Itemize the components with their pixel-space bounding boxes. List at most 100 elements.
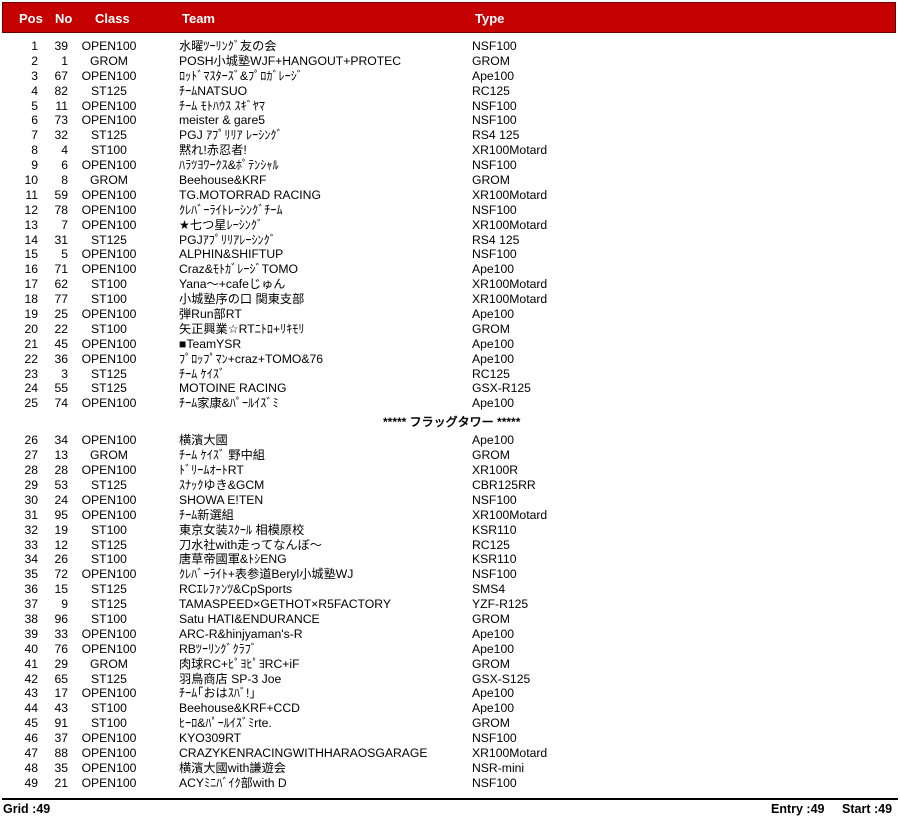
- cell-pos: 49: [24, 775, 38, 790]
- cell-team: 小城塾序の口 関東支部: [179, 292, 305, 307]
- cell-pos: 38: [24, 611, 38, 626]
- cell-class: OPEN100: [81, 686, 137, 701]
- cell-team: ﾄﾞﾘｰﾑｵｰﾄRT: [179, 463, 244, 478]
- cell-class: OPEN100: [81, 202, 137, 217]
- cell-team: 横濱大國: [179, 433, 228, 448]
- cell-class: ST125: [91, 582, 127, 597]
- cell-type: Ape100: [472, 351, 515, 366]
- table-row: 33 12 ST125 刀水社with走ってなんぼ～ RC125: [0, 538, 900, 553]
- cell-number: 21: [54, 775, 68, 790]
- cell-class: ST125: [91, 83, 127, 98]
- cell-number: 76: [54, 641, 68, 656]
- table-header: Pos No Class Team Type: [2, 2, 896, 33]
- table-row: 49 21 OPEN100 ACYﾐﾆﾊﾞｲｸ部with D NSF100: [0, 776, 900, 791]
- table-row: 48 35 OPEN100 横濱大國with謙遊会 NSR-mini: [0, 761, 900, 776]
- cell-class: OPEN100: [81, 745, 137, 760]
- table-row: 32 19 ST100 東京女装ｽｸｰﾙ 相模原校 KSR110: [0, 523, 900, 538]
- cell-class: ST100: [91, 522, 127, 537]
- cell-class: ST100: [91, 292, 127, 307]
- cell-team: Satu HATI&ENDURANCE: [179, 611, 320, 626]
- table-row: 37 9 ST125 TAMASPEED×GETHOT×R5FACTORY YZF-R1…: [0, 597, 900, 612]
- cell-number: 65: [54, 671, 68, 686]
- cell-number: 12: [54, 537, 68, 552]
- cell-class: OPEN100: [81, 217, 137, 232]
- cell-type: RC125: [472, 366, 510, 381]
- cell-type: XR100Motard: [472, 292, 548, 307]
- cell-type: GSX-R125: [472, 381, 531, 396]
- cell-type: XR100Motard: [472, 277, 548, 292]
- cell-number: 34: [54, 433, 68, 448]
- cell-class: OPEN100: [81, 433, 137, 448]
- cell-number: 5: [61, 247, 68, 262]
- cell-class: OPEN100: [81, 492, 137, 507]
- cell-class: ST125: [91, 671, 127, 686]
- table-row: 21 45 OPEN100 ■TeamYSR Ape100: [0, 337, 900, 352]
- cell-number: 37: [54, 731, 68, 746]
- cell-team: ﾁｰﾑ家康&ﾊﾟｰﾙｲｽﾞﾐ: [179, 396, 279, 411]
- cell-pos: 35: [24, 567, 38, 582]
- cell-type: XR100Motard: [472, 143, 548, 158]
- table-row: 24 55 ST125 MOTOINE RACING GSX-R125: [0, 381, 900, 396]
- cell-type: Ape100: [472, 433, 515, 448]
- cell-class: ST125: [91, 537, 127, 552]
- cell-pos: 11: [25, 187, 38, 202]
- cell-type: GROM: [472, 321, 510, 336]
- cell-class: ST125: [91, 128, 127, 143]
- table-row: 38 96 ST100 Satu HATI&ENDURANCE GROM: [0, 612, 900, 627]
- cell-class: ST100: [91, 143, 127, 158]
- cell-team: ﾛｯﾄﾞﾏｽﾀｰｽﾞ&ﾌﾟﾛｶﾞﾚｰｼﾞ: [179, 68, 303, 83]
- cell-pos: 40: [24, 641, 38, 656]
- cell-pos: 33: [24, 537, 38, 552]
- cell-team: ｸﾚﾊﾞｰﾗｲﾄﾚｰｼﾝｸﾞﾁｰﾑ: [179, 202, 283, 217]
- cell-team: 横濱大國with謙遊会: [179, 760, 286, 775]
- table-row: 9 6 OPEN100 ﾊﾗﾂﾖﾜｰｸｽ&ﾎﾟﾃﾝｼｬﾙ NSF100: [0, 158, 900, 173]
- table-row: 29 53 ST125 ｽﾅｯｸゆき&GCM CBR125RR: [0, 478, 900, 493]
- cell-type: NSF100: [472, 775, 517, 790]
- cell-number: 22: [54, 321, 68, 336]
- table-row: 26 34 OPEN100 横濱大國 Ape100: [0, 433, 900, 448]
- cell-class: OPEN100: [81, 626, 137, 641]
- cell-team: PGJｱﾌﾟﾘﾘｱﾚｰｼﾝｸﾞ: [179, 232, 276, 247]
- cell-pos: 6: [31, 113, 38, 128]
- table-row: 42 65 ST125 羽鳥商店 SP-3 Joe GSX-S125: [0, 672, 900, 687]
- cell-number: 55: [54, 381, 68, 396]
- cell-type: Ape100: [472, 336, 515, 351]
- cell-team: ARC-R&hinjyaman's-R: [179, 626, 303, 641]
- cell-class: OPEN100: [81, 158, 137, 173]
- cell-pos: 17: [24, 277, 38, 292]
- cell-number: 4: [61, 143, 68, 158]
- cell-team: ﾊﾗﾂﾖﾜｰｸｽ&ﾎﾟﾃﾝｼｬﾙ: [179, 158, 279, 173]
- table-row: 3 67 OPEN100 ﾛｯﾄﾞﾏｽﾀｰｽﾞ&ﾌﾟﾛｶﾞﾚｰｼﾞ Ape100: [0, 69, 900, 84]
- cell-type: NSF100: [472, 567, 517, 582]
- cell-class: OPEN100: [81, 113, 137, 128]
- cell-type: CBR125RR: [472, 477, 536, 492]
- cell-number: 13: [54, 448, 68, 463]
- cell-class: GROM: [90, 656, 128, 671]
- cell-team: ﾁｰﾑNATSUO: [179, 83, 248, 98]
- cell-class: ST125: [91, 381, 127, 396]
- header-type: Type: [475, 11, 505, 26]
- cell-type: Ape100: [472, 68, 515, 83]
- cell-class: ST125: [91, 232, 127, 247]
- cell-type: Ape100: [472, 262, 515, 277]
- cell-pos: 14: [24, 232, 38, 247]
- cell-type: Ape100: [472, 701, 515, 716]
- cell-type: GROM: [472, 656, 510, 671]
- cell-type: GROM: [472, 53, 510, 68]
- cell-number: 15: [54, 582, 68, 597]
- cell-number: 59: [54, 187, 68, 202]
- table-row: 44 43 ST100 Beehouse&KRF+CCD Ape100: [0, 701, 900, 716]
- cell-team: Craz&ﾓﾄｶﾞﾚｰｼﾞTOMO: [179, 262, 298, 277]
- cell-team: ■TeamYSR: [179, 336, 242, 351]
- cell-pos: 3: [31, 68, 38, 83]
- table-row: 45 91 ST100 ﾋｰﾛ&ﾊﾟｰﾙｲｽﾞﾐrte. GROM: [0, 716, 900, 731]
- table-row: 40 76 OPEN100 RBﾂｰﾘﾝｸﾞｸﾗﾌﾞ Ape100: [0, 642, 900, 657]
- header-no: No: [55, 11, 73, 26]
- cell-pos: 24: [24, 381, 38, 396]
- cell-pos: 10: [24, 173, 38, 188]
- table-row: 30 24 OPEN100 SHOWA E!TEN NSF100: [0, 493, 900, 508]
- cell-team: ｽﾅｯｸゆき&GCM: [179, 477, 265, 492]
- cell-pos: 32: [24, 522, 38, 537]
- cell-pos: 45: [24, 716, 38, 731]
- table-row: 7 32 ST125 PGJ ｱﾌﾟﾘﾘｱ ﾚｰｼﾝｸﾞ RS4 125: [0, 128, 900, 143]
